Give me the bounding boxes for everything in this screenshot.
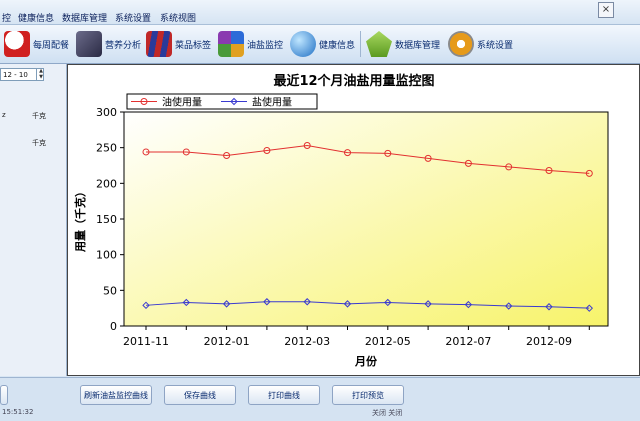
plot-area — [123, 111, 609, 327]
nutrition-analysis-button[interactable]: 营养分析 — [76, 29, 141, 59]
oil-unit-label: 千克 — [32, 112, 46, 120]
legend-label: 油使用量 — [162, 96, 202, 109]
x-tick-label: 2012-07 — [445, 335, 491, 348]
status-bar: 15:51:32 关闭 关闭 — [0, 405, 640, 420]
menu-settings[interactable]: 系统设置 — [115, 11, 151, 24]
x-tick-label: 2012-03 — [284, 335, 330, 348]
health-info-button[interactable]: 健康信息 — [290, 29, 355, 59]
print-preview-button[interactable]: 打印预览 — [332, 385, 404, 405]
close-icon: × — [601, 4, 611, 15]
y-tick-label: 100 — [96, 249, 117, 262]
x-tick-label: 2011-11 — [123, 335, 169, 348]
refresh-curve-button[interactable]: 刷新油盐监控曲线 — [80, 385, 152, 405]
close-button[interactable]: × — [598, 2, 614, 18]
x-tick-label: 2012-05 — [365, 335, 411, 348]
weekly-meal-button[interactable]: 每周配餐 — [4, 29, 69, 59]
status-time: 15:51:32 — [2, 408, 34, 416]
sidebar: 12 - 10 ▲ ▼ z 千克 千克 — [0, 64, 67, 376]
y-tick-label: 300 — [96, 106, 117, 119]
legend-label: 盐使用量 — [252, 96, 292, 109]
menu-bar: 控 健康信息 数据库管理 系统设置 系统视图 × — [0, 0, 640, 25]
y-tick-label: 50 — [103, 284, 117, 297]
menu-health-info[interactable]: 健康信息 — [18, 11, 54, 24]
partial-label: z — [2, 111, 6, 119]
cubes-icon — [218, 31, 244, 57]
oil-salt-chart: 最近12个月油盐用量监控图 0 50 100 150 200 250 300 2011-11 2… — [73, 73, 609, 368]
chart-panel: 最近12个月油盐用量监控图 0 50 100 150 200 250 300 2011-11 2… — [67, 64, 640, 376]
database-manage-button[interactable]: 数据库管理 — [366, 29, 440, 59]
chef-hat-icon — [4, 31, 30, 57]
y-tick-label: 0 — [110, 320, 117, 333]
salt-unit-label: 千克 — [32, 139, 46, 147]
database-icon — [366, 31, 392, 57]
toolbar-separator — [360, 31, 361, 57]
x-tick-label: 2012-09 — [526, 335, 572, 348]
dish-label-button[interactable]: 菜品标签 — [146, 29, 211, 59]
x-axis-label: 月份 — [354, 354, 378, 368]
left-edge-button[interactable] — [0, 385, 8, 405]
y-tick-label: 200 — [96, 177, 117, 190]
gear-icon — [448, 31, 474, 57]
y-axis-label: 用量（千克） — [73, 186, 87, 252]
spinner-buttons[interactable]: ▲ ▼ — [36, 68, 45, 81]
toolbar: 每周配餐 营养分析 菜品标签 油盐监控 健康信息 数据库管理 系统设置 — [0, 25, 640, 64]
books-icon — [146, 31, 172, 57]
save-curve-button[interactable]: 保存曲线 — [164, 385, 236, 405]
menu-control[interactable]: 控 — [2, 11, 11, 24]
analysis-icon — [76, 31, 102, 57]
print-curve-button[interactable]: 打印曲线 — [248, 385, 320, 405]
chart-title: 最近12个月油盐用量监控图 — [273, 73, 434, 89]
y-tick-label: 250 — [96, 142, 117, 155]
oil-salt-monitor-button[interactable]: 油盐监控 — [218, 29, 283, 59]
system-settings-button[interactable]: 系统设置 — [448, 29, 513, 59]
menu-database[interactable]: 数据库管理 — [62, 11, 107, 24]
menu-view[interactable]: 系统视图 — [160, 11, 196, 24]
magnifier-globe-icon — [290, 31, 316, 57]
x-tick-label: 2012-01 — [204, 335, 250, 348]
status-right: 关闭 关闭 — [372, 409, 403, 417]
y-tick-label: 150 — [96, 213, 117, 226]
